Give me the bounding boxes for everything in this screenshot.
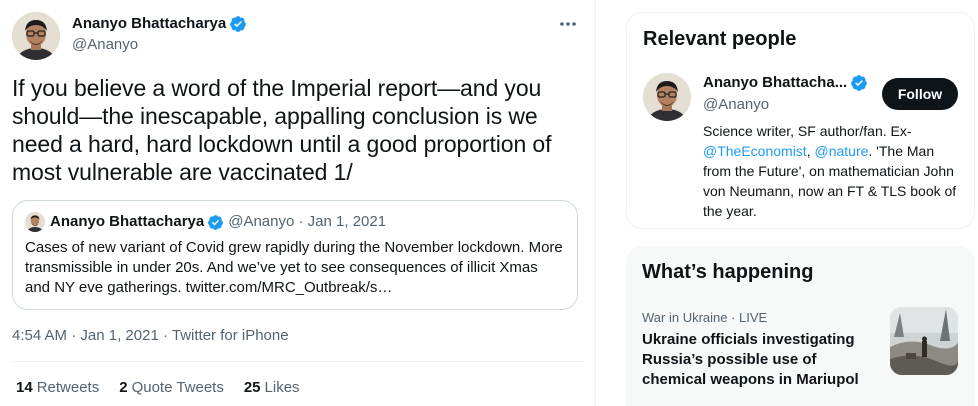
quote-tweets-count: 2	[119, 379, 128, 396]
relevant-person-bio: Science writer, SF author/fan. Ex- @TheEc…	[703, 121, 963, 221]
quote-separator: ·	[294, 213, 308, 230]
trend-thumbnail[interactable]	[890, 307, 958, 375]
follow-button[interactable]: Follow	[882, 78, 958, 110]
quote-author-handle: @Ananyo	[228, 213, 295, 230]
avatar-photo-icon	[12, 12, 60, 60]
quote-date: Jan 1, 2021	[307, 213, 387, 230]
relevant-person-name[interactable]: Ananyo Bhattacha...	[703, 73, 847, 93]
relevant-person-avatar[interactable]	[643, 73, 691, 121]
timestamp-separator: ·	[67, 327, 81, 344]
avatar-photo-icon	[643, 73, 691, 121]
retweets-count: 14	[16, 379, 33, 396]
tweet-detail: Ananyo Bhattacharya @Ananyo If you belie…	[0, 0, 596, 406]
author-avatar[interactable]	[12, 12, 60, 60]
trend-separator: ·	[727, 310, 740, 325]
tweet-timestamp: 4:54 AM · Jan 1, 2021 · Twitter for iPho…	[12, 326, 289, 346]
quote-tweets-label: Quote Tweets	[131, 379, 224, 396]
quote-author-avatar	[25, 212, 45, 232]
author-handle[interactable]: @Ananyo	[72, 35, 247, 55]
retweets-stat[interactable]: 14 Retweets	[16, 378, 99, 398]
timestamp-time[interactable]: 4:54 AM	[12, 327, 67, 344]
tweet-stats: 14 Retweets 2 Quote Tweets 25 Likes	[16, 378, 320, 398]
whats-happening-card: What’s happening War in Ukraine · LIVE U…	[626, 246, 975, 406]
relevant-people-title: Relevant people	[643, 28, 797, 50]
retweets-label: Retweets	[36, 379, 100, 396]
quote-header: Ananyo Bhattacharya @Ananyo · Jan 1, 202…	[25, 212, 565, 232]
relevant-person-name-row[interactable]: Ananyo Bhattacha...	[703, 73, 868, 93]
avatar-photo-icon	[25, 212, 45, 232]
tweet-text: If you believe a word of the Imperial re…	[12, 75, 552, 185]
verified-badge-icon	[208, 214, 224, 230]
quote-text: Cases of new variant of Covid grew rapid…	[25, 239, 563, 296]
timestamp-source[interactable]: Twitter for iPhone	[172, 327, 289, 344]
whats-happening-title: What’s happening	[642, 261, 814, 283]
quote-tweet-card[interactable]: Ananyo Bhattacharya @Ananyo · Jan 1, 202…	[12, 200, 578, 310]
trend-live-badge: LIVE	[739, 310, 768, 325]
likes-label: Likes	[264, 379, 300, 396]
author-name[interactable]: Ananyo Bhattacharya	[72, 14, 226, 34]
bio-mention-link[interactable]: @TheEconomist	[703, 143, 807, 159]
relevant-person-handle[interactable]: @Ananyo	[703, 95, 769, 115]
trend-category: War in Ukraine	[642, 310, 728, 325]
more-horizontal-icon	[560, 22, 576, 26]
likes-stat[interactable]: 25 Likes	[244, 378, 300, 398]
quote-tweets-stat[interactable]: 2 Quote Tweets	[119, 378, 224, 398]
timestamp-date[interactable]: Jan 1, 2021	[80, 327, 158, 344]
divider	[12, 361, 584, 362]
verified-badge-icon	[851, 75, 868, 91]
verified-badge-icon	[230, 16, 247, 32]
likes-count: 25	[243, 379, 261, 396]
news-photo-icon	[890, 307, 958, 375]
timestamp-separator: ·	[158, 327, 172, 344]
quote-author-name: Ananyo Bhattacharya	[50, 213, 205, 230]
bio-mention-link[interactable]: @nature	[814, 143, 868, 159]
more-options-button[interactable]	[556, 12, 580, 36]
relevant-people-card: Relevant people Ananyo Bhattacha... @Ana…	[626, 12, 975, 229]
bio-text: Science writer, SF author/fan. Ex-	[703, 123, 912, 139]
trend-headline[interactable]: Ukraine officials investigating Russia’s…	[642, 330, 882, 390]
trend-meta: War in Ukraine · LIVE	[642, 310, 767, 326]
author-block: Ananyo Bhattacharya @Ananyo	[72, 14, 247, 55]
author-name-row[interactable]: Ananyo Bhattacharya	[72, 14, 247, 34]
